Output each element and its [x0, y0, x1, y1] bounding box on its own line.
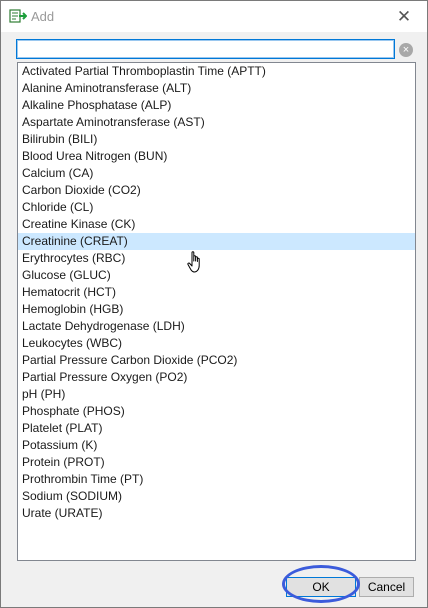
list-item[interactable]: Creatine Kinase (CK): [18, 216, 415, 233]
list-item[interactable]: pH (PH): [18, 386, 415, 403]
ok-button[interactable]: OK: [286, 577, 356, 597]
list-item[interactable]: Bilirubin (BILI): [18, 131, 415, 148]
list-item[interactable]: Aspartate Aminotransferase (AST): [18, 114, 415, 131]
add-dialog: Add ✕ × Activated Partial Thromboplastin…: [0, 0, 428, 608]
close-button[interactable]: ✕: [381, 1, 427, 32]
list-item[interactable]: Partial Pressure Carbon Dioxide (PCO2): [18, 352, 415, 369]
list-item[interactable]: Activated Partial Thromboplastin Time (A…: [18, 63, 415, 80]
add-item-icon: [9, 9, 27, 23]
list-item[interactable]: Chloride (CL): [18, 199, 415, 216]
list-item[interactable]: Prothrombin Time (PT): [18, 471, 415, 488]
hand-cursor-icon: [187, 251, 200, 273]
list-item[interactable]: Lactate Dehydrogenase (LDH): [18, 318, 415, 335]
window-title: Add: [31, 9, 55, 24]
close-icon: ✕: [396, 6, 412, 26]
list-item[interactable]: Potassium (K): [18, 437, 415, 454]
list-item[interactable]: Platelet (PLAT): [18, 420, 415, 437]
list-item[interactable]: Leukocytes (WBC): [18, 335, 415, 352]
list-item[interactable]: Blood Urea Nitrogen (BUN): [18, 148, 415, 165]
list-item[interactable]: Carbon Dioxide (CO2): [18, 182, 415, 199]
list-item[interactable]: Phosphate (PHOS): [18, 403, 415, 420]
list-item[interactable]: Urate (URATE): [18, 505, 415, 522]
search-input[interactable]: [16, 39, 395, 59]
list-item[interactable]: Partial Pressure Oxygen (PO2): [18, 369, 415, 386]
list-item[interactable]: Erythrocytes (RBC): [18, 250, 415, 267]
list-item[interactable]: Creatinine (CREAT): [18, 233, 415, 250]
cancel-button[interactable]: Cancel: [359, 577, 414, 597]
list-item[interactable]: Hemoglobin (HGB): [18, 301, 415, 318]
list-item[interactable]: Calcium (CA): [18, 165, 415, 182]
list-item[interactable]: Alkaline Phosphatase (ALP): [18, 97, 415, 114]
list-item[interactable]: Sodium (SODIUM): [18, 488, 415, 505]
list-item[interactable]: Glucose (GLUC): [18, 267, 415, 284]
list-item[interactable]: Hematocrit (HCT): [18, 284, 415, 301]
list-item[interactable]: Alanine Aminotransferase (ALT): [18, 80, 415, 97]
title-bar: Add ✕: [1, 1, 427, 32]
analyte-list[interactable]: Activated Partial Thromboplastin Time (A…: [17, 62, 416, 561]
list-item[interactable]: Protein (PROT): [18, 454, 415, 471]
clear-search-icon[interactable]: ×: [399, 43, 413, 57]
